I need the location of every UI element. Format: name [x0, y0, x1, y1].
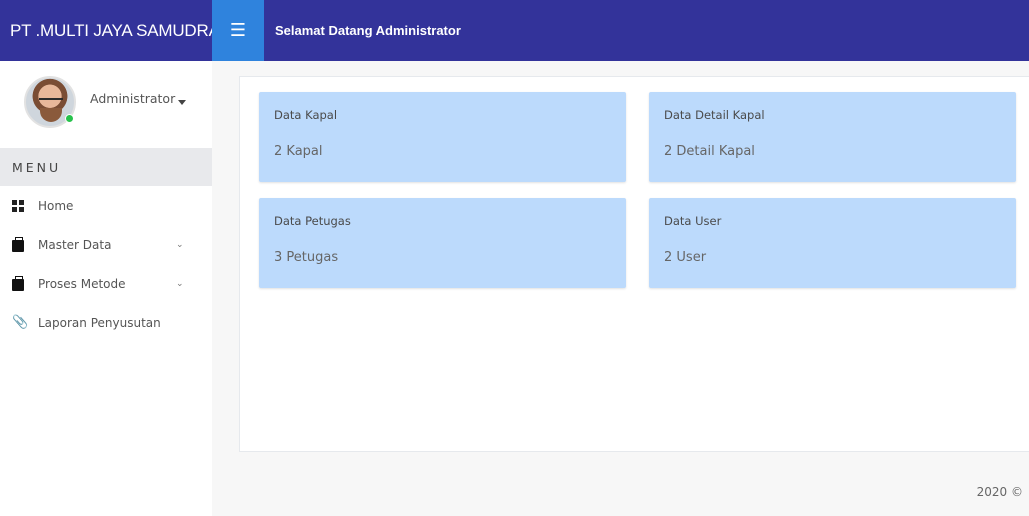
- hamburger-icon: ☰: [229, 20, 247, 41]
- grid-icon: [12, 199, 24, 212]
- card-value: 2 User: [664, 250, 707, 265]
- user-profile: Administrator: [0, 61, 212, 148]
- user-name[interactable]: Administrator: [90, 91, 175, 106]
- avatar-beard: [40, 108, 62, 122]
- briefcase-icon: [12, 275, 24, 291]
- card-title: Data Detail Kapal: [664, 108, 765, 122]
- card-data-petugas[interactable]: Data Petugas 3 Petugas: [259, 198, 626, 288]
- card-data-kapal[interactable]: Data Kapal 2 Kapal: [259, 92, 626, 182]
- chevron-down-icon: ⌄: [176, 278, 184, 289]
- top-navbar: ☰ Selamat Datang Administrator: [212, 0, 1029, 61]
- card-title: Data Petugas: [274, 214, 351, 228]
- menu-header: MENU: [0, 148, 212, 186]
- sidebar-item-home[interactable]: Home: [0, 186, 212, 225]
- card-value: 2 Detail Kapal: [664, 144, 755, 159]
- sidebar-item-label: Home: [38, 198, 74, 213]
- sidebar-item-label: Proses Metode: [38, 276, 126, 291]
- sidebar-item-master-data[interactable]: Master Data ⌄: [0, 225, 212, 264]
- card-value: 2 Kapal: [274, 144, 323, 159]
- menu-toggle-button[interactable]: ☰: [212, 0, 264, 61]
- sidebar: Administrator MENU Home Master Data ⌄ Pr…: [0, 61, 212, 516]
- avatar-glasses: [39, 98, 63, 104]
- user-dropdown-caret-icon[interactable]: [178, 100, 186, 105]
- sidebar-item-label: Laporan Penyusutan: [38, 315, 161, 330]
- sidebar-item-label: Master Data: [38, 237, 112, 252]
- card-data-user[interactable]: Data User 2 User: [649, 198, 1016, 288]
- welcome-text: Selamat Datang Administrator: [275, 23, 461, 38]
- card-value: 3 Petugas: [274, 250, 339, 265]
- sidebar-item-laporan-penyusutan[interactable]: 📎 Laporan Penyusutan: [0, 303, 212, 342]
- online-status-dot: [65, 114, 74, 123]
- card-data-detail-kapal[interactable]: Data Detail Kapal 2 Detail Kapal: [649, 92, 1016, 182]
- brand-title[interactable]: PT .MULTI JAYA SAMUDRA: [0, 0, 220, 61]
- sidebar-item-proses-metode[interactable]: Proses Metode ⌄: [0, 264, 212, 303]
- card-title: Data User: [664, 214, 722, 228]
- chevron-down-icon: ⌄: [176, 239, 184, 250]
- paperclip-icon: 📎: [12, 314, 29, 330]
- footer-copyright: 2020 ©: [976, 485, 1023, 499]
- card-title: Data Kapal: [274, 108, 338, 122]
- briefcase-icon: [12, 236, 24, 252]
